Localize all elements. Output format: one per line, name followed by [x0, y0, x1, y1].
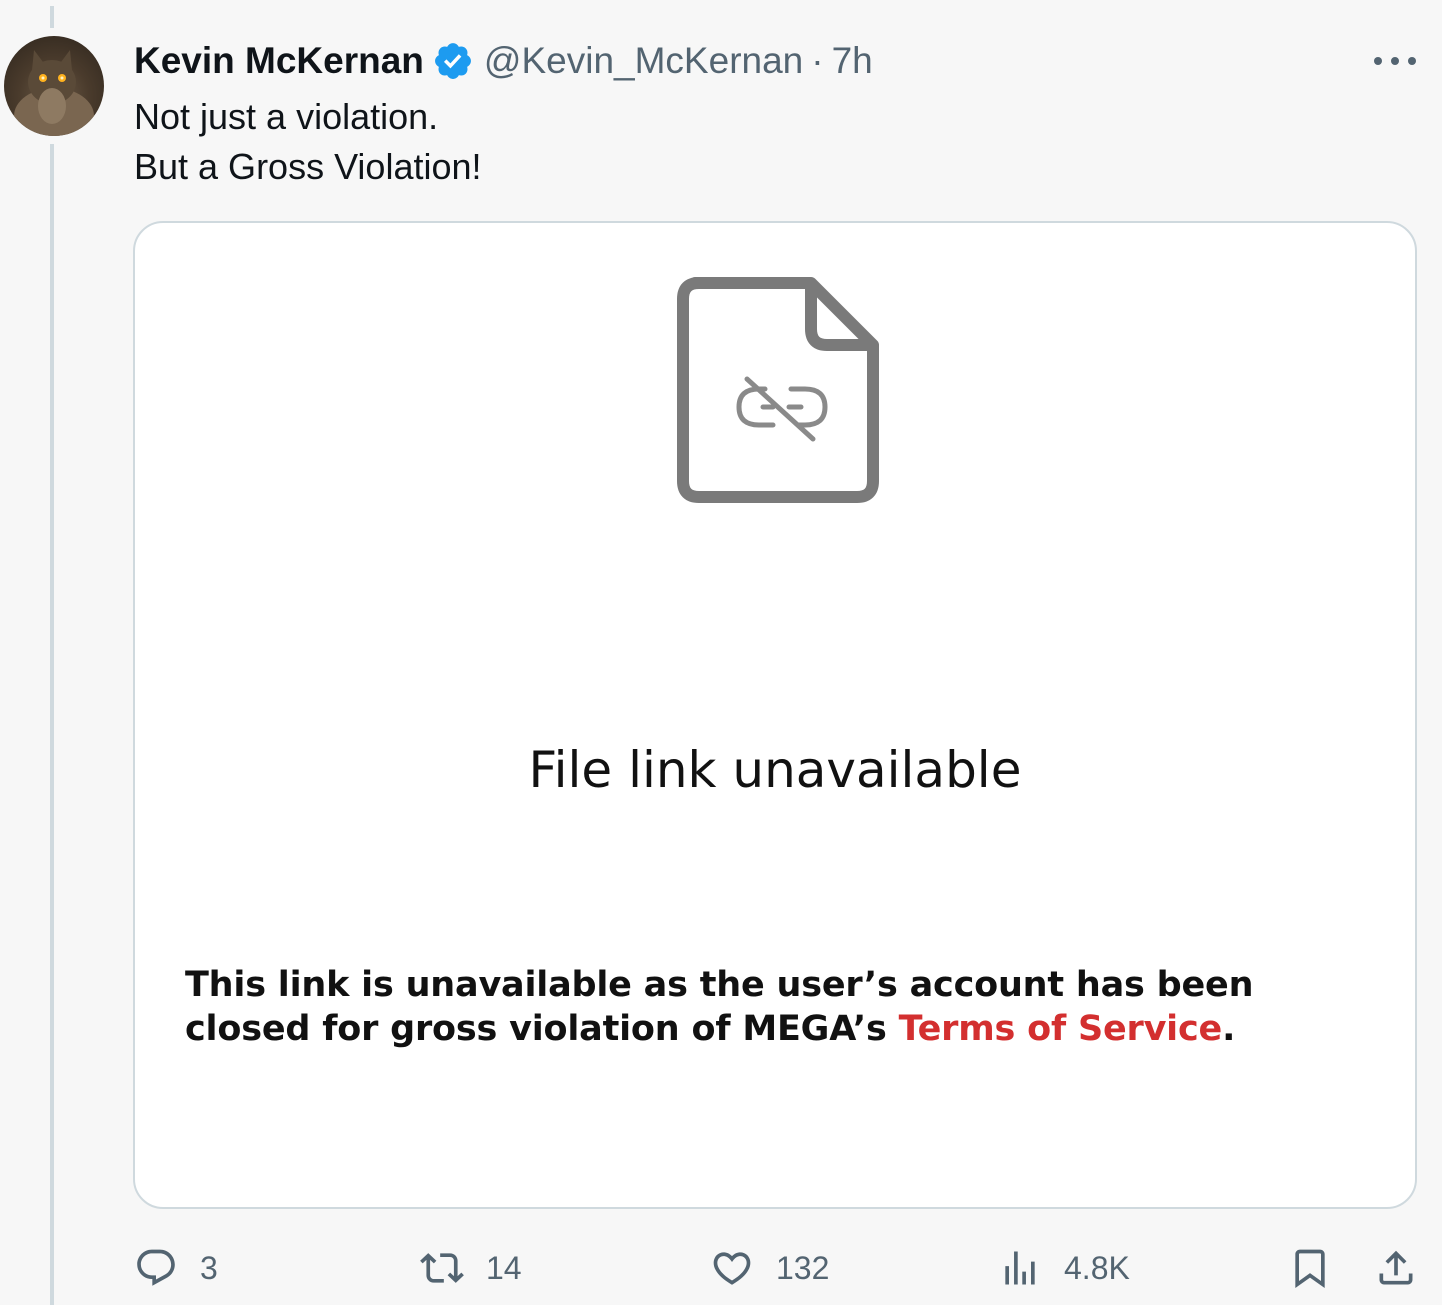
- more-options-icon[interactable]: [1374, 44, 1416, 78]
- reply-icon: [137, 1249, 175, 1286]
- thread-line-top: [50, 6, 54, 28]
- author-handle[interactable]: @Kevin_McKernan: [484, 40, 803, 82]
- tweet-text-line: Not just a violation.: [134, 96, 439, 137]
- card-message-period: .: [1222, 1009, 1236, 1049]
- reply-count: 3: [200, 1249, 218, 1286]
- like-count: 132: [776, 1249, 830, 1286]
- bookmark-icon: [1295, 1249, 1325, 1289]
- views-chart-icon: [1005, 1251, 1035, 1285]
- broken-link-file-icon: [677, 277, 879, 503]
- cat-avatar-image: [14, 50, 94, 136]
- tweet-text-line: But a Gross Violation!: [134, 146, 482, 187]
- retweet-icon: [420, 1253, 464, 1283]
- media-card[interactable]: File link unavailable This link is unava…: [133, 221, 1417, 1209]
- share-button[interactable]: [1374, 1240, 1418, 1296]
- card-message: This link is unavailable as the user’s a…: [185, 963, 1385, 1051]
- retweet-button[interactable]: 14: [420, 1240, 522, 1296]
- author-display-name[interactable]: Kevin McKernan: [134, 40, 424, 82]
- tweet-header: Kevin McKernan @Kevin_McKernan · 7h: [134, 38, 873, 84]
- verified-badge-icon[interactable]: [432, 40, 474, 82]
- share-icon: [1379, 1250, 1413, 1285]
- like-button[interactable]: 132: [710, 1240, 829, 1296]
- views-button[interactable]: 4.8K: [998, 1240, 1130, 1296]
- separator-dot: ·: [811, 40, 824, 81]
- avatar[interactable]: [4, 36, 104, 136]
- views-count: 4.8K: [1064, 1249, 1130, 1286]
- terms-of-service-link[interactable]: Terms of Service: [899, 1009, 1223, 1049]
- thread-line-bottom: [50, 144, 54, 1305]
- heart-icon: [713, 1252, 751, 1285]
- tweet-actions: 3 14 132 4.8K: [0, 1240, 1442, 1296]
- card-title: File link unavailable: [528, 741, 1022, 799]
- bookmark-button[interactable]: [1288, 1240, 1332, 1296]
- retweet-count: 14: [486, 1249, 522, 1286]
- tweet-text: Not just a violation. But a Gross Violat…: [134, 92, 482, 192]
- tweet-timestamp[interactable]: 7h: [832, 40, 873, 82]
- reply-button[interactable]: 3: [134, 1240, 218, 1296]
